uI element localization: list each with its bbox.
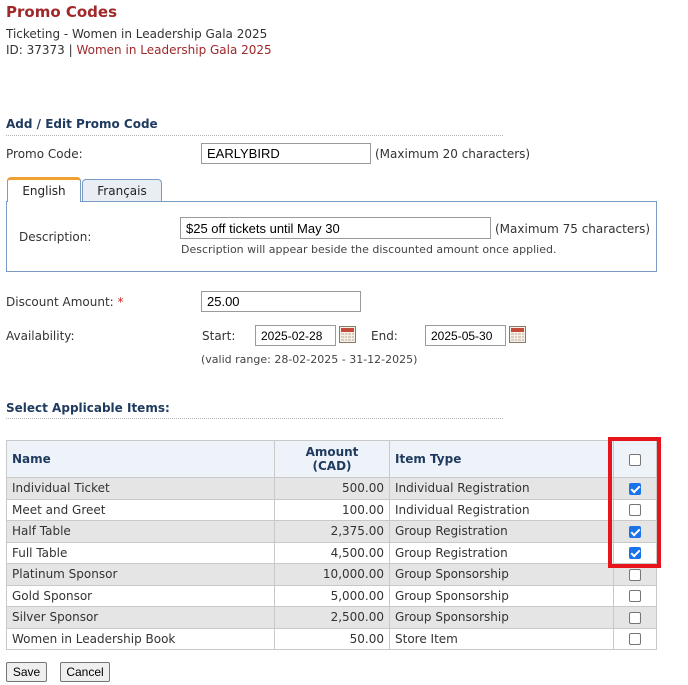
- items-table: Name Amount (CAD) Item Type Individual T…: [6, 440, 657, 650]
- required-mark: *: [117, 295, 124, 309]
- cell-name: Women in Leadership Book: [6, 627, 275, 650]
- cell-item-type: Store Item: [389, 627, 614, 650]
- col-header-amount-line2: (CAD): [312, 459, 352, 473]
- discount-label-line: Discount Amount: *: [6, 295, 124, 309]
- col-header-name: Name: [6, 440, 275, 478]
- event-id-label: ID: 37373 |: [6, 43, 77, 57]
- cell-name: Full Table: [6, 541, 275, 564]
- section-divider: [6, 135, 503, 136]
- start-calendar-icon[interactable]: [339, 326, 356, 343]
- table-row: Full Table 4,500.00 Group Registration: [6, 541, 657, 564]
- col-header-amount-line1: Amount: [305, 445, 359, 459]
- cell-select: [613, 627, 657, 650]
- cell-name: Silver Sponsor: [6, 606, 275, 629]
- cell-item-type: Group Sponsorship: [389, 584, 614, 607]
- cell-item-type: Individual Registration: [389, 498, 614, 521]
- table-row: Half Table 2,375.00 Group Registration: [6, 520, 657, 543]
- tab-francais[interactable]: Français: [82, 179, 162, 201]
- cell-name: Gold Sponsor: [6, 584, 275, 607]
- table-row: Meet and Greet 100.00 Individual Registrat…: [6, 498, 657, 521]
- cell-item-type: Individual Registration: [389, 477, 614, 500]
- items-divider: [6, 418, 503, 419]
- table-row: Silver Sponsor 2,500.00 Group Sponsorship: [6, 606, 657, 629]
- start-label: Start:: [202, 329, 236, 343]
- cell-item-type: Group Sponsorship: [389, 563, 614, 586]
- cell-name: Individual Ticket: [6, 477, 275, 500]
- table-row: Individual Ticket 500.00 Individual Regist…: [6, 477, 657, 500]
- col-header-amount: Amount (CAD): [274, 440, 390, 478]
- checkbox-highlight-box: [608, 437, 661, 568]
- cell-name: Half Table: [6, 520, 275, 543]
- promo-code-input[interactable]: EARLYBIRD: [201, 143, 371, 164]
- item-select-checkbox[interactable]: [629, 590, 641, 603]
- cell-item-type: Group Registration: [389, 520, 614, 543]
- cell-amount: 500.00: [274, 477, 390, 500]
- table-row: Platinum Sponsor 10,000.00 Group Sponsorsh…: [6, 563, 657, 586]
- description-hint: (Maximum 75 characters): [495, 222, 651, 236]
- add-edit-heading: Add / Edit Promo Code: [6, 117, 158, 131]
- cell-amount: 2,500.00: [274, 606, 390, 629]
- cell-amount: 100.00: [274, 498, 390, 521]
- cell-select: [613, 606, 657, 629]
- cell-select: [613, 584, 657, 607]
- description-note: Description will appear beside the disco…: [181, 243, 557, 256]
- tab-english-label: English: [22, 184, 66, 198]
- cell-amount: 50.00: [274, 627, 390, 650]
- applicable-items-heading: Select Applicable Items:: [6, 401, 170, 415]
- valid-range-note: (valid range: 28-02-2025 - 31-12-2025): [201, 353, 418, 366]
- start-date-input[interactable]: 2025-02-28: [255, 325, 336, 346]
- cell-amount: 10,000.00: [274, 563, 390, 586]
- promo-code-hint: (Maximum 20 characters): [375, 147, 531, 161]
- page-subtitle: Ticketing - Women in Leadership Gala 202…: [6, 27, 268, 41]
- table-row: Gold Sponsor 5,000.00 Group Sponsorship: [6, 584, 657, 607]
- end-calendar-icon[interactable]: [509, 326, 526, 343]
- col-header-item-type: Item Type: [389, 440, 614, 478]
- page-title: Promo Codes: [6, 3, 118, 21]
- active-tab-joiner: [8, 200, 80, 203]
- item-select-checkbox[interactable]: [629, 568, 641, 581]
- discount-label: Discount Amount:: [6, 295, 118, 309]
- cell-name: Meet and Greet: [6, 498, 275, 521]
- event-id-line: ID: 37373 | Women in Leadership Gala 202…: [6, 43, 272, 57]
- discount-amount-input[interactable]: 25.00: [201, 291, 361, 312]
- cell-amount: 2,375.00: [274, 520, 390, 543]
- cell-amount: 5,000.00: [274, 584, 390, 607]
- save-button[interactable]: Save: [6, 662, 47, 682]
- cell-amount: 4,500.00: [274, 541, 390, 564]
- tab-francais-label: Français: [97, 183, 147, 198]
- cell-item-type: Group Registration: [389, 541, 614, 564]
- tab-english[interactable]: English: [7, 177, 81, 202]
- item-select-checkbox[interactable]: [629, 611, 641, 624]
- cell-item-type: Group Sponsorship: [389, 606, 614, 629]
- end-label: End:: [371, 329, 398, 343]
- description-input[interactable]: $25 off tickets until May 30: [180, 217, 491, 239]
- end-date-input[interactable]: 2025-05-30: [425, 325, 506, 346]
- cancel-button[interactable]: Cancel: [60, 662, 110, 682]
- cell-name: Platinum Sponsor: [6, 563, 275, 586]
- table-header-row: Name Amount (CAD) Item Type: [6, 440, 657, 478]
- item-select-checkbox[interactable]: [629, 633, 641, 646]
- table-row: Women in Leadership Book 50.00 Store Item: [6, 627, 657, 650]
- availability-label: Availability:: [6, 329, 75, 343]
- event-link[interactable]: Women in Leadership Gala 2025: [76, 43, 271, 57]
- description-label: Description:: [19, 230, 92, 244]
- promo-code-label: Promo Code:: [6, 147, 83, 161]
